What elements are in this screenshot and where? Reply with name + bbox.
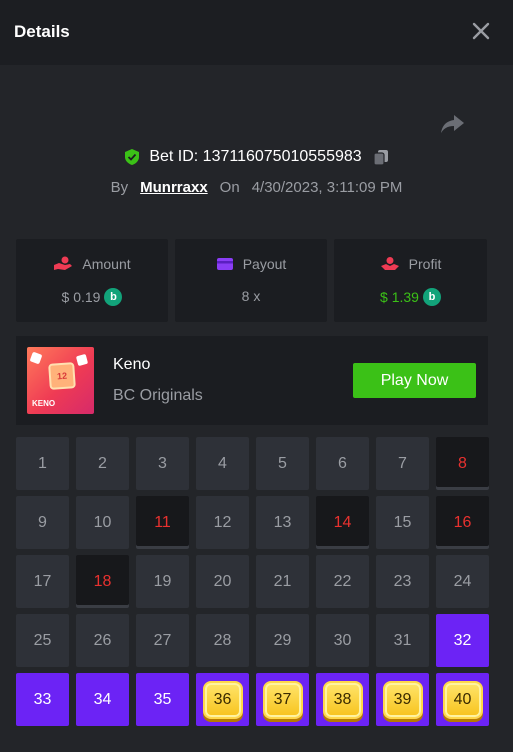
close-icon[interactable] xyxy=(470,20,492,42)
keno-cell-22: 22 xyxy=(316,555,369,608)
keno-tile: 12 xyxy=(48,362,76,390)
keno-cell-39: 39 xyxy=(376,673,429,726)
keno-cell-17: 17 xyxy=(16,555,69,608)
keno-cell-16: 16 xyxy=(436,496,489,549)
profit-value: $ 1.39 xyxy=(380,289,419,305)
bc-coin-icon: b xyxy=(422,288,441,306)
card-icon xyxy=(216,258,233,270)
keno-cell-34: 34 xyxy=(76,673,129,726)
keno-cell-28: 28 xyxy=(196,614,249,667)
keno-cell-23: 23 xyxy=(376,555,429,608)
keno-cell-1: 1 xyxy=(16,437,69,490)
share-icon[interactable] xyxy=(439,113,465,135)
keno-cell-5: 5 xyxy=(256,437,309,490)
profit-card: Profit $ 1.39 b xyxy=(334,239,487,322)
keno-thumbnail[interactable]: 12 KENO xyxy=(27,347,94,414)
keno-gem-icon: 36 xyxy=(202,680,243,719)
keno-cell-32: 32 xyxy=(436,614,489,667)
keno-cell-10: 10 xyxy=(76,496,129,549)
payout-card: Payout 8 x xyxy=(175,239,327,322)
keno-cell-36: 36 xyxy=(196,673,249,726)
keno-gem-icon: 37 xyxy=(262,680,303,719)
keno-cell-30: 30 xyxy=(316,614,369,667)
game-provider: BC Originals xyxy=(113,387,203,404)
amount-value: $ 0.19 xyxy=(61,289,101,305)
keno-cell-26: 26 xyxy=(76,614,129,667)
keno-cell-21: 21 xyxy=(256,555,309,608)
keno-cell-14: 14 xyxy=(316,496,369,549)
on-label: On xyxy=(219,178,240,196)
bet-id-row: Bet ID: 137116075010555983 xyxy=(0,146,513,168)
keno-gem-icon: 39 xyxy=(382,680,423,719)
keno-cell-13: 13 xyxy=(256,496,309,549)
keno-cell-35: 35 xyxy=(136,673,189,726)
keno-cell-20: 20 xyxy=(196,555,249,608)
keno-cell-27: 27 xyxy=(136,614,189,667)
bet-meta-row: By Munrraxx On 4/30/2023, 3:11:09 PM xyxy=(0,176,513,198)
keno-cell-40: 40 xyxy=(436,673,489,726)
bet-datetime: 4/30/2023, 3:11:09 PM xyxy=(251,178,403,196)
bet-id: Bet ID: 137116075010555983 xyxy=(149,148,362,165)
verified-shield-icon xyxy=(125,149,140,165)
bc-coin-icon: b xyxy=(104,288,123,306)
by-label: By xyxy=(110,178,129,196)
keno-cell-37: 37 xyxy=(256,673,309,726)
dice-icon xyxy=(75,353,89,367)
keno-gem-icon: 38 xyxy=(322,680,363,719)
keno-cell-4: 4 xyxy=(196,437,249,490)
keno-cell-12: 12 xyxy=(196,496,249,549)
play-now-button[interactable]: Play Now xyxy=(353,363,476,398)
keno-cell-9: 9 xyxy=(16,496,69,549)
keno-cell-33: 33 xyxy=(16,673,69,726)
keno-cell-19: 19 xyxy=(136,555,189,608)
keno-gem-icon: 40 xyxy=(442,680,483,719)
page-title: Details xyxy=(14,22,70,41)
game-name: Keno xyxy=(113,356,151,373)
keno-cell-18: 18 xyxy=(76,555,129,608)
keno-cell-2: 2 xyxy=(76,437,129,490)
keno-cell-3: 3 xyxy=(136,437,189,490)
username-link[interactable]: Munrraxx xyxy=(140,179,208,196)
payout-value: 8 x xyxy=(241,288,261,304)
profit-label: Profit xyxy=(408,256,442,272)
keno-cell-11: 11 xyxy=(136,496,189,549)
details-header: Details xyxy=(0,0,513,65)
copy-icon[interactable] xyxy=(372,148,390,166)
profit-icon xyxy=(380,257,399,270)
amount-card: Amount $ 0.19 b xyxy=(16,239,168,322)
keno-cell-25: 25 xyxy=(16,614,69,667)
keno-cell-38: 38 xyxy=(316,673,369,726)
game-card: 12 KENO Keno BC Originals Play Now xyxy=(16,336,488,425)
keno-cell-24: 24 xyxy=(436,555,489,608)
keno-brand: KENO xyxy=(32,399,56,408)
keno-cell-31: 31 xyxy=(376,614,429,667)
keno-cell-15: 15 xyxy=(376,496,429,549)
amount-label: Amount xyxy=(82,256,131,272)
hand-coin-icon xyxy=(54,256,73,270)
keno-cell-29: 29 xyxy=(256,614,309,667)
keno-cell-8: 8 xyxy=(436,437,489,490)
keno-cell-6: 6 xyxy=(316,437,369,490)
payout-label: Payout xyxy=(242,256,287,272)
keno-cell-7: 7 xyxy=(376,437,429,490)
dice-icon xyxy=(29,351,43,365)
